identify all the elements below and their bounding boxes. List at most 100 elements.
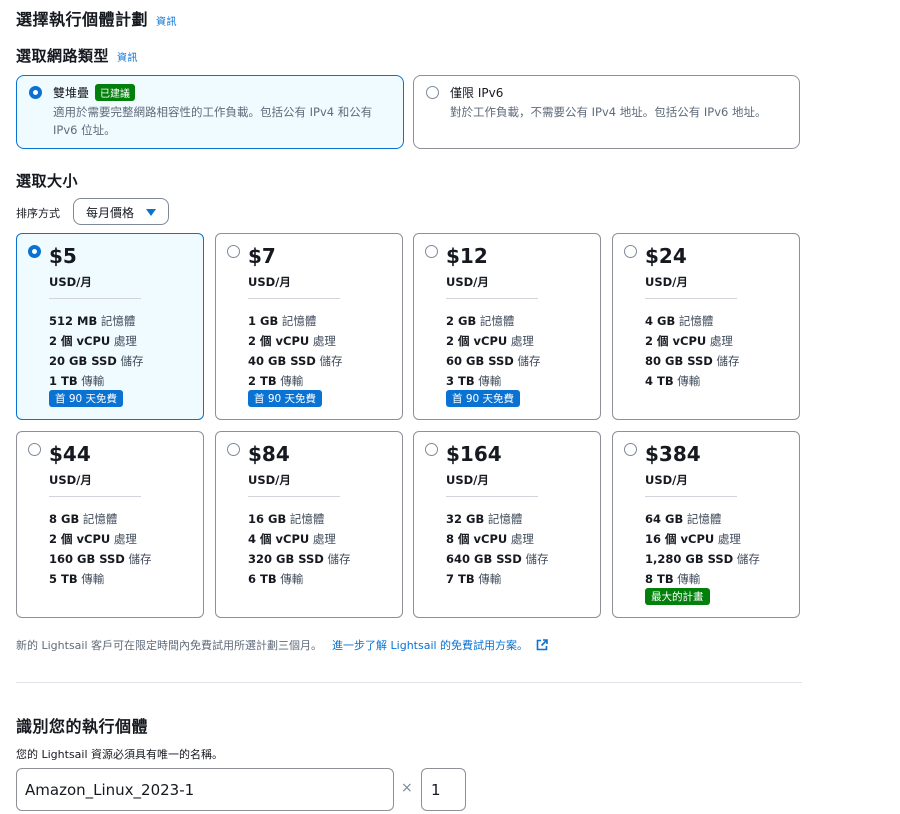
plan-divider [49,298,141,299]
plan-spec-xfer: 5 TB 傳輸 [49,572,105,586]
plan-spec-xfer: 7 TB 傳輸 [446,572,502,586]
plan-price: $7 [248,244,276,268]
plan-radio[interactable] [624,443,637,456]
plan-price: $164 [446,442,502,466]
plan-divider [248,496,340,497]
plan-spec-mem: 64 GB 記憶體 [645,512,722,526]
plan-divider [446,298,538,299]
plan-card[interactable]: $5 USD/月 512 MB 記憶體 2 個 vCPU 處理 20 GB SSD 儲存… [16,233,204,420]
plan-price: $84 [248,442,290,466]
plan-radio[interactable] [227,245,240,258]
identify-desc: 您的 Lightsail 資源必須具有唯一的名稱。 [16,748,224,761]
plan-spec-mem: 2 GB 記憶體 [446,314,515,328]
plan-unit: USD/月 [645,275,688,289]
plan-unit: USD/月 [248,275,291,289]
plan-price: $12 [446,244,488,268]
plan-spec-xfer: 3 TB 傳輸 [446,374,502,388]
plan-card[interactable]: $384 USD/月 64 GB 記憶體 16 個 vCPU 處理 1,280 GB S… [612,431,800,618]
plan-card[interactable]: $7 USD/月 1 GB 記憶體 2 個 vCPU 處理 40 GB SSD 儲存 2 … [215,233,403,420]
plan-price: $384 [645,442,701,466]
size-heading: 選取大小 [16,172,79,190]
plan-spec-cpu: 2 個 vCPU 處理 [49,334,137,348]
plan-spec-ssd: 20 GB SSD 儲存 [49,354,144,368]
free-trial-badge: 首 90 天免費 [49,390,124,407]
plan-spec-ssd: 320 GB SSD 儲存 [248,552,351,566]
plan-price: $24 [645,244,687,268]
plan-specs: 2 GB 記憶體 2 個 vCPU 處理 60 GB SSD 儲存 3 TB 傳輸 [446,311,540,391]
plan-unit: USD/月 [248,473,291,487]
plan-spec-xfer: 2 TB 傳輸 [248,374,304,388]
identify-heading: 識別您的執行個體 [16,717,149,736]
plan-card[interactable]: $44 USD/月 8 GB 記憶體 2 個 vCPU 處理 160 GB SSD 儲存… [16,431,204,618]
free-trial-badge: 首 90 天免費 [446,390,521,407]
plan-card[interactable]: $24 USD/月 4 GB 記憶體 2 個 vCPU 處理 80 GB SSD 儲存 4… [612,233,800,420]
plan-specs: 4 GB 記憶體 2 個 vCPU 處理 80 GB SSD 儲存 4 TB 傳輸 [645,311,739,391]
free-trial-link[interactable]: 進一步了解 Lightsail 的免費試用方案。 [332,637,528,653]
external-link-icon [536,639,548,651]
plan-card[interactable]: $12 USD/月 2 GB 記憶體 2 個 vCPU 處理 60 GB SSD 儲存 3… [413,233,601,420]
recommended-badge: 已建議 [95,84,136,101]
plan-spec-ssd: 1,280 GB SSD 儲存 [645,552,760,566]
largest-plan-badge: 最大的計畫 [645,588,710,605]
plan-spec-xfer: 8 TB 傳輸 [645,572,701,586]
sort-label: 排序方式 [16,207,60,220]
plan-specs: 8 GB 記憶體 2 個 vCPU 處理 160 GB SSD 儲存 5 TB 傳輸 [49,509,151,589]
network-option-ipv6[interactable]: 僅限 IPv6 對於工作負載，不需要公有 IPv4 地址。包括公有 IPv6 地… [413,75,800,149]
network-option-dual-stack[interactable]: 雙堆疊 已建議 適用於需要完整網路相容性的工作負載。包括公有 IPv4 和公有 … [16,75,404,149]
plan-radio[interactable] [425,245,438,258]
plan-spec-mem: 8 GB 記憶體 [49,512,118,526]
plan-spec-ssd: 160 GB SSD 儲存 [49,552,152,566]
plan-unit: USD/月 [645,473,688,487]
plan-specs: 1 GB 記憶體 2 個 vCPU 處理 40 GB SSD 儲存 2 TB 傳輸 [248,311,342,391]
info-link[interactable]: 資訊 [156,13,177,28]
plan-spec-mem: 1 GB 記憶體 [248,314,317,328]
plan-radio[interactable] [28,443,41,456]
plan-spec-ssd: 60 GB SSD 儲存 [446,354,541,368]
plan-radio[interactable] [624,245,637,258]
free-trial-badge: 首 90 天免費 [248,390,323,407]
plan-spec-cpu: 2 個 vCPU 處理 [446,334,534,348]
plan-spec-cpu: 2 個 vCPU 處理 [248,334,336,348]
plan-specs: 32 GB 記憶體 8 個 vCPU 處理 640 GB SSD 儲存 7 TB 傳輸 [446,509,548,589]
plan-price: $5 [49,244,77,268]
plan-radio[interactable] [28,245,41,258]
section-divider [16,682,802,683]
plan-card[interactable]: $84 USD/月 16 GB 記憶體 4 個 vCPU 處理 320 GB SSD 儲… [215,431,403,618]
plan-spec-mem: 32 GB 記憶體 [446,512,523,526]
multiply-icon: × [401,780,413,796]
plan-card[interactable]: $164 USD/月 32 GB 記憶體 8 個 vCPU 處理 640 GB SSD … [413,431,601,618]
instance-name-input[interactable]: Amazon_Linux_2023-1 [16,768,394,811]
sort-select[interactable]: 每月價格 [73,198,169,225]
plan-spec-xfer: 6 TB 傳輸 [248,572,304,586]
network-option-desc: 適用於需要完整網路相容性的工作負載。包括公有 IPv4 和公有 IPv6 位址。 [53,105,373,137]
plan-spec-cpu: 2 個 vCPU 處理 [645,334,733,348]
plan-divider [446,496,538,497]
plan-spec-mem: 16 GB 記憶體 [248,512,325,526]
plan-spec-mem: 512 MB 記憶體 [49,314,136,328]
plan-spec-ssd: 40 GB SSD 儲存 [248,354,343,368]
plan-divider [645,298,737,299]
plan-unit: USD/月 [49,275,92,289]
plan-radio[interactable] [425,443,438,456]
page-title: 選擇執行個體計劃 資訊 [16,10,178,29]
instance-count-input[interactable]: 1 [421,768,466,811]
plan-divider [645,496,737,497]
plan-unit: USD/月 [446,473,489,487]
plan-specs: 16 GB 記憶體 4 個 vCPU 處理 320 GB SSD 儲存 6 TB 傳輸 [248,509,350,589]
radio-ipv6[interactable] [426,86,439,99]
plan-unit: USD/月 [49,473,92,487]
network-info-link[interactable]: 資訊 [117,49,138,64]
plan-divider [49,496,141,497]
network-option-desc: 對於工作負載，不需要公有 IPv4 地址。包括公有 IPv6 地址。 [450,105,767,119]
plan-spec-mem: 4 GB 記憶體 [645,314,714,328]
plan-spec-cpu: 4 個 vCPU 處理 [248,532,336,546]
plan-divider [248,298,340,299]
caret-down-icon [146,209,156,216]
plan-unit: USD/月 [446,275,489,289]
plan-radio[interactable] [227,443,240,456]
network-option-label: 僅限 IPv6 [450,86,504,100]
plan-price: $44 [49,442,91,466]
plan-specs: 64 GB 記憶體 16 個 vCPU 處理 1,280 GB SSD 儲存 8 TB… [645,509,760,589]
radio-dual-stack[interactable] [29,86,42,99]
plan-spec-cpu: 2 個 vCPU 處理 [49,532,137,546]
